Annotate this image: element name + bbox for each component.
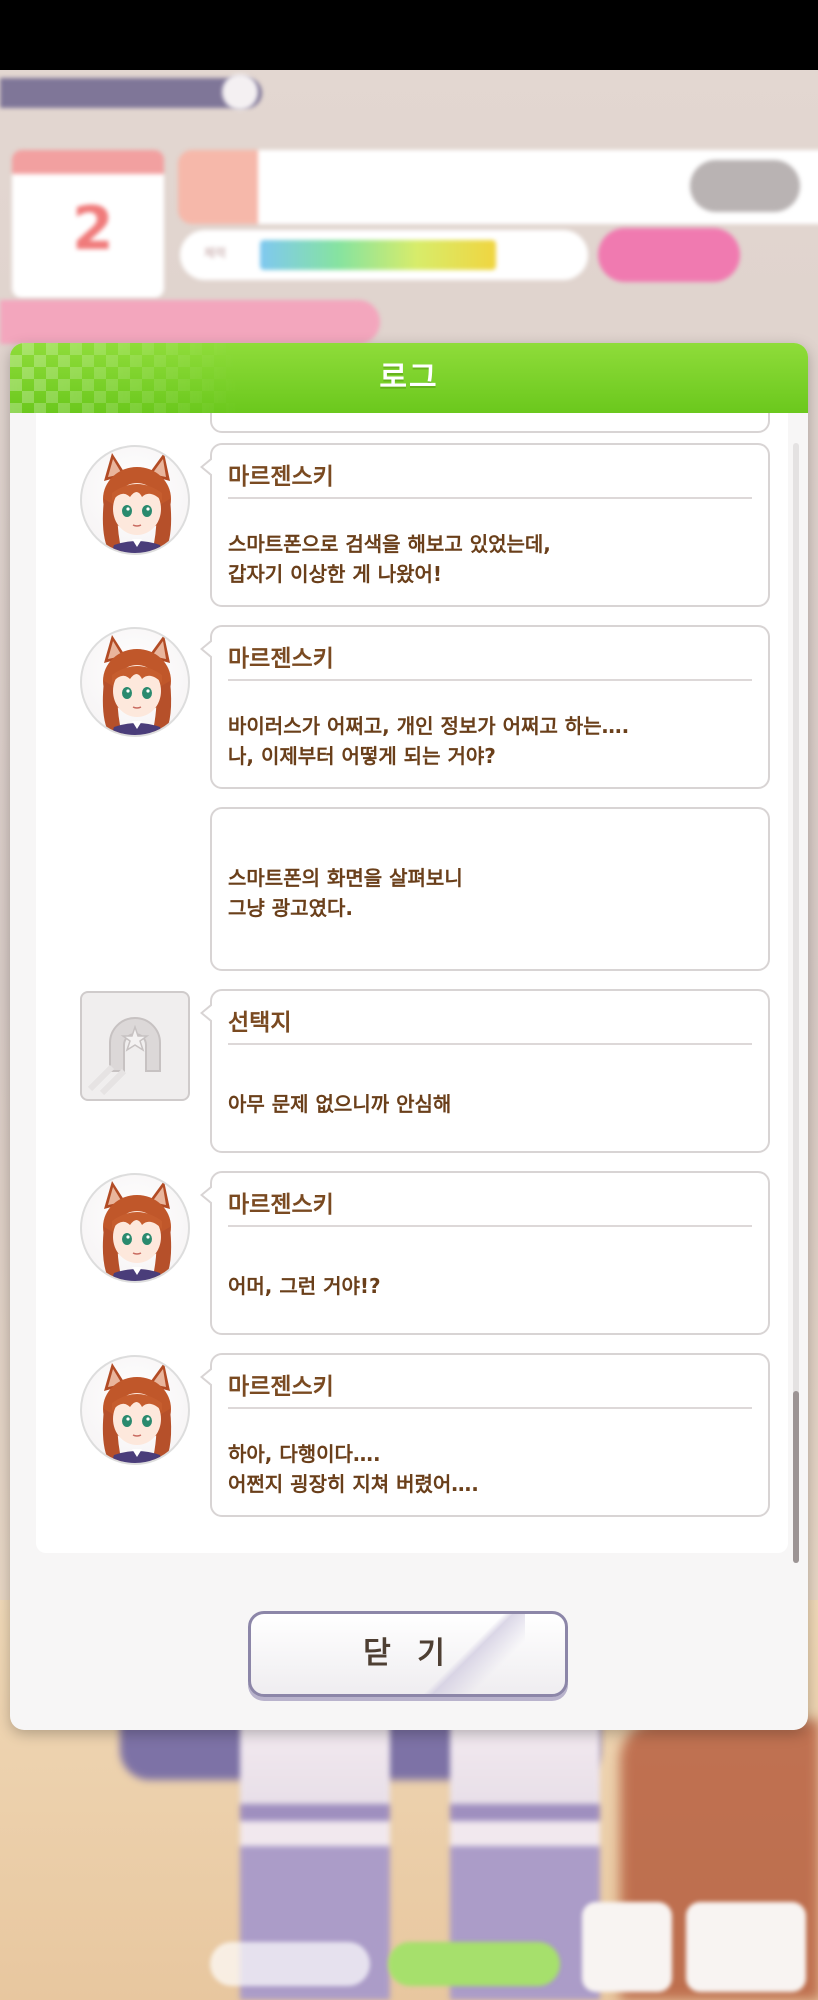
character-avatar-icon — [80, 627, 190, 737]
divider — [228, 1407, 752, 1409]
hud-turn-counter: 2 — [12, 150, 164, 298]
hud-skip-button — [210, 1942, 370, 1986]
scrollbar-thumb[interactable] — [793, 1391, 799, 1563]
character-avatar-icon — [80, 445, 190, 555]
message-text: 하아, 다행이다…. 어쩐지 굉장히 지쳐 버렸어…. — [228, 1442, 479, 1496]
character-portrait-icon — [102, 635, 172, 735]
hud-menu-button — [686, 1902, 806, 1992]
message-text: 스마트폰으로 검색을 해보고 있었는데, 갑자기 이상한 게 나왔어! — [228, 532, 551, 586]
log-entry: 마르젠스키 바이러스가 어쩌고, 개인 정보가 어쩌고 하는…. 나, 이제부터… — [200, 625, 770, 789]
close-button-label: 닫 기 — [363, 1636, 453, 1671]
choice-avatar — [80, 991, 190, 1101]
character-portrait-icon — [102, 1363, 172, 1463]
hud-energy-label: 체력 — [204, 246, 227, 260]
log-dialog: 로그 마르젠스키 스마트폰으로 검색을 해보고 있었는데, 갑자기 이상한 게 … — [10, 343, 808, 1730]
hud-turn-number: 2 — [72, 194, 114, 264]
hud-log-button — [582, 1902, 672, 1992]
log-entry: 마르젠스키 하아, 다행이다…. 어쩐지 굉장히 지쳐 버렸어…. — [200, 1353, 770, 1517]
character-avatar-icon — [80, 1173, 190, 1283]
message-text: 바이러스가 어쩌고, 개인 정보가 어쩌고 하는…. 나, 이제부터 어떻게 되… — [228, 714, 630, 768]
message-text: 아무 문제 없으니까 안심해 — [228, 1092, 452, 1116]
help-icon — [222, 74, 258, 110]
divider — [228, 1043, 752, 1045]
hud-auto-button — [388, 1942, 560, 1986]
log-list[interactable]: 마르젠스키 스마트폰으로 검색을 해보고 있었는데, 갑자기 이상한 게 나왔어… — [36, 413, 788, 1553]
log-entry-partial — [210, 413, 770, 433]
speaker-name: 마르젠스키 — [228, 1374, 334, 1400]
speaker-name: 선택지 — [228, 1010, 292, 1036]
speaker-name: 마르젠스키 — [228, 1192, 334, 1218]
character-portrait-icon — [102, 1181, 172, 1281]
divider — [228, 679, 752, 681]
message-text: 스마트폰의 화면을 살펴보니 그냥 광고였다. — [228, 866, 463, 920]
hud-banner — [0, 300, 380, 344]
log-entry-narration: 스마트폰의 화면을 살펴보니 그냥 광고였다. — [210, 807, 770, 971]
log-entry-choice: 선택지 아무 문제 없으니까 안심해 — [200, 989, 770, 1153]
dialog-title: 로그 — [379, 360, 439, 395]
dialog-header: 로그 — [10, 343, 808, 413]
divider — [228, 497, 752, 499]
hud-goal-button — [690, 160, 800, 212]
horseshoe-star-icon — [87, 1017, 161, 1096]
message-text: 어머, 그런 거야!? — [228, 1274, 381, 1298]
log-entry: 마르젠스키 어머, 그런 거야!? — [200, 1171, 770, 1335]
speaker-name: 마르젠스키 — [228, 646, 334, 672]
divider — [228, 1225, 752, 1227]
character-portrait-icon — [102, 453, 172, 553]
hud-energy-bar — [260, 240, 496, 270]
log-entry: 마르젠스키 스마트폰으로 검색을 해보고 있었는데, 갑자기 이상한 게 나왔어… — [200, 443, 770, 607]
character-avatar-icon — [80, 1355, 190, 1465]
hud-skill-button — [598, 228, 740, 282]
speaker-name: 마르젠스키 — [228, 464, 334, 490]
status-bar — [0, 0, 818, 70]
close-button[interactable]: 닫 기 — [248, 1611, 568, 1697]
